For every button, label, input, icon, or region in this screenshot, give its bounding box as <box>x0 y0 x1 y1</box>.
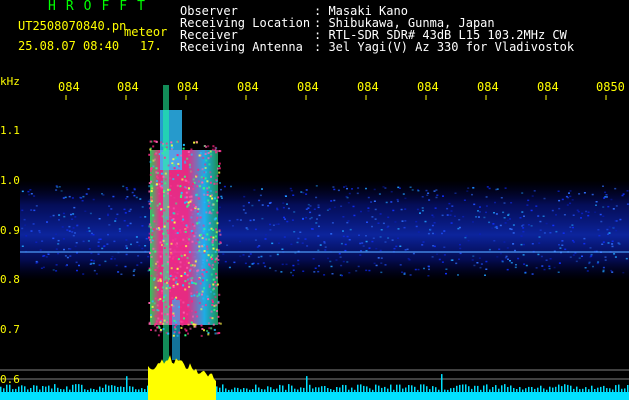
x-tick-label: 084 <box>58 80 80 94</box>
y-tick-label: 1.1 <box>0 124 20 137</box>
x-tick-label: 084 <box>177 80 199 94</box>
power-trace <box>148 355 216 400</box>
y-tick-label: 0.9 <box>0 224 20 237</box>
x-tick-marks <box>65 95 607 100</box>
x-tick-label: 084 <box>237 80 259 94</box>
noise-band <box>20 180 629 280</box>
y-tick-label: 1.0 <box>0 174 20 187</box>
y-tick-label: 0.6 <box>0 373 20 386</box>
y-tick-label: 0.7 <box>0 323 20 336</box>
x-tick-label: 084 <box>117 80 139 94</box>
spectrogram <box>0 85 629 400</box>
x-tick-label: 084 <box>417 80 439 94</box>
noise-floor <box>0 392 629 400</box>
y-unit-label: kHz <box>0 75 20 88</box>
x-tick-label: 084 <box>297 80 319 94</box>
x-tick-label: 084 <box>357 80 379 94</box>
noise-floor-spikes <box>0 374 629 392</box>
x-tick-label: 084 <box>537 80 559 94</box>
y-tick-label: 0.8 <box>0 273 20 286</box>
x-tick-label: 084 <box>477 80 499 94</box>
x-tick-label: 0850 <box>596 80 625 94</box>
